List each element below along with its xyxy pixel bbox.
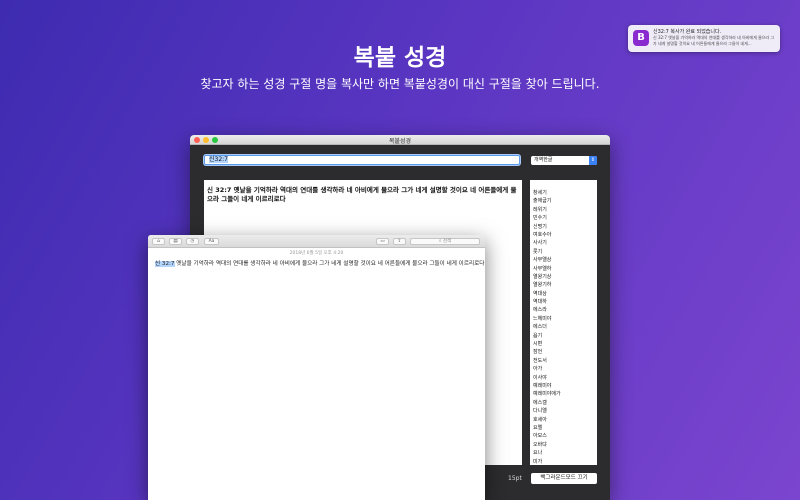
clock-icon[interactable]: ◷	[186, 238, 199, 245]
notes-window: ⌂ ▤ ◷ Aa ▭ ⇪ ⌕ 검색 2018년 6월 5일 오후 4:20 신 …	[148, 235, 485, 500]
search-icon: ⌕	[438, 239, 442, 244]
book-list[interactable]: 창세기 출애굽기 레위기 민수기 신명기 여호수아 사사기 룻기 사무엘상 사무엘하 열왕기상 열왕기…	[530, 180, 597, 465]
verse-text: 신 32:7 옛날을 기억하라 역대의 연대를 생각하라 네 아비에게 물으라 …	[207, 186, 517, 203]
book-list-item[interactable]: 호세아	[530, 416, 597, 424]
home-icon[interactable]: ⌂	[152, 238, 165, 245]
book-list-item[interactable]: 출애굽기	[530, 197, 597, 205]
book-list-item[interactable]: 사무엘상	[530, 256, 597, 264]
book-list-item[interactable]: 에스라	[530, 306, 597, 314]
book-list-item[interactable]: 예레미야	[530, 382, 597, 390]
format-button[interactable]: Aa	[204, 238, 219, 245]
book-list-item[interactable]: 잠언	[530, 348, 597, 356]
book-list-item[interactable]: 아가	[530, 365, 597, 373]
book-list-item[interactable]: 시편	[530, 340, 597, 348]
share-icon[interactable]: ⇪	[393, 238, 406, 245]
book-list-item[interactable]: 여호수아	[530, 231, 597, 239]
book-list-item[interactable]: 요나	[530, 449, 597, 457]
version-select[interactable]: 개역한글 ⇕	[531, 156, 597, 165]
book-list-item[interactable]: 요엘	[530, 424, 597, 432]
note-verse-ref: 신 32:7	[155, 261, 175, 267]
book-list-item[interactable]: 레위기	[530, 206, 597, 214]
book-list-item[interactable]: 에스겔	[530, 399, 597, 407]
book-list-item[interactable]: 사사기	[530, 239, 597, 247]
background-mode-off-button[interactable]: 백그라운드모드 끄기	[531, 473, 597, 484]
book-list-item[interactable]: 이사야	[530, 374, 597, 382]
hero-subtitle: 찾고자 하는 성경 구절 명을 복사만 하면 복붙성경이 대신 구절을 찾아 드…	[200, 77, 600, 91]
book-list-item[interactable]: 다니엘	[530, 407, 597, 415]
notification-body: 신 32:7 옛날을 기억하라 역대의 연대를 생각하라 네 아비에게 물으라 …	[653, 35, 775, 46]
list-icon[interactable]: ▤	[169, 238, 182, 245]
book-list-item[interactable]: 사무엘하	[530, 265, 597, 273]
notes-search-input[interactable]: ⌕ 검색	[410, 238, 480, 245]
verse-search-input[interactable]: 신32:7	[204, 155, 520, 165]
book-list-item[interactable]: 에스더	[530, 323, 597, 331]
notes-search-placeholder: 검색	[442, 239, 452, 244]
titlebar[interactable]: 복붙성경	[190, 135, 610, 145]
copy-notification[interactable]: B 신32:7 복사가 완료 되었습니다. 신 32:7 옛날을 기억하라 역대…	[628, 25, 780, 52]
book-list-item[interactable]: 오바댜	[530, 441, 597, 449]
book-list-item[interactable]: 열왕기상	[530, 273, 597, 281]
window-icon[interactable]: ▭	[376, 238, 389, 245]
search-value: 신32:7	[209, 156, 228, 163]
book-list-item[interactable]: 역대하	[530, 298, 597, 306]
notes-toolbar: ⌂ ▤ ◷ Aa ▭ ⇪ ⌕ 검색	[148, 235, 485, 248]
window-title: 복붙성경	[388, 138, 412, 145]
version-select-value: 개역한글	[534, 157, 553, 163]
book-list-item[interactable]: 창세기	[530, 189, 597, 197]
book-list-item[interactable]: 열왕기하	[530, 281, 597, 289]
note-date: 2018년 6월 5일 오후 4:20	[289, 251, 344, 256]
chevron-updown-icon: ⇕	[589, 156, 597, 165]
note-verse-text: 옛날을 기억하라 역대의 연대를 생각하라 네 아비에게 물으라 그가 네게 설…	[174, 261, 485, 267]
book-list-item[interactable]: 느헤미야	[530, 315, 597, 323]
book-list-item[interactable]: 룻기	[530, 248, 597, 256]
note-body[interactable]: 신 32:7 옛날을 기억하라 역대의 연대를 생각하라 네 아비에게 물으라 …	[155, 259, 484, 267]
book-list-item[interactable]: 예레미야애가	[530, 390, 597, 398]
book-list-item[interactable]: 아모스	[530, 432, 597, 440]
book-list-item[interactable]: 민수기	[530, 214, 597, 222]
book-list-item[interactable]: 미가	[530, 458, 597, 466]
notification-title: 신32:7 복사가 완료 되었습니다.	[653, 29, 722, 35]
book-list-item[interactable]: 신명기	[530, 223, 597, 231]
app-icon: B	[633, 30, 649, 46]
font-size-label: 15pt	[508, 475, 522, 482]
book-list-item[interactable]: 전도서	[530, 357, 597, 365]
book-list-item[interactable]: 욥기	[530, 332, 597, 340]
book-list-item[interactable]: 역대상	[530, 290, 597, 298]
